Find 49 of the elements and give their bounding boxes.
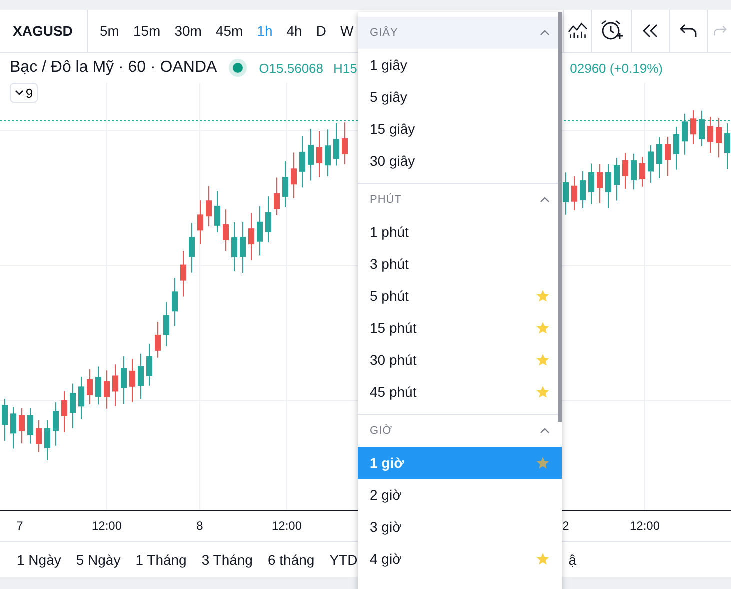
- time-label: 12:00: [270, 519, 304, 533]
- interval-tab[interactable]: 45m: [210, 19, 250, 43]
- star-icon[interactable]: [536, 289, 550, 303]
- interval-tab[interactable]: D: [310, 19, 332, 43]
- rewind-icon: [642, 24, 660, 38]
- chart-icon: [568, 22, 588, 40]
- range-button[interactable]: 3 Tháng: [202, 552, 253, 568]
- indicators-toggle[interactable]: 9: [10, 83, 38, 103]
- range-button[interactable]: YTD: [330, 552, 358, 568]
- menu-item[interactable]: 4 giờ: [358, 543, 562, 575]
- section-title: GIỜ: [370, 425, 393, 437]
- open-value: O15.56068: [259, 60, 324, 76]
- section-title: GIÂY: [370, 27, 398, 39]
- interval-tab[interactable]: 15m: [127, 19, 167, 43]
- range-button[interactable]: 1 Ngày: [17, 552, 62, 568]
- undo-icon: [680, 24, 698, 38]
- collapse-icon[interactable]: [540, 197, 550, 203]
- change-value: 02960 (+0.19%): [570, 60, 663, 76]
- section-header[interactable]: GIỜ: [358, 414, 562, 447]
- time-label: 12:00: [90, 519, 124, 533]
- range-button[interactable]: 1 Tháng: [136, 552, 187, 568]
- market-status-dot: [233, 63, 244, 73]
- interval-tab[interactable]: 4h: [280, 19, 308, 43]
- time-label: 7: [16, 519, 24, 533]
- menu-item[interactable]: 3 giờ: [358, 511, 562, 543]
- high-value: H15: [334, 60, 358, 76]
- redo-icon: [712, 24, 726, 38]
- interval-tab[interactable]: 5m: [94, 19, 126, 43]
- collapse-icon[interactable]: [540, 428, 550, 434]
- symbol-name[interactable]: XAGUSD: [0, 10, 88, 52]
- scrollbar-thumb[interactable]: [558, 12, 562, 422]
- star-icon[interactable]: [536, 385, 550, 399]
- collapse-icon[interactable]: [540, 30, 550, 36]
- star-icon[interactable]: [536, 552, 550, 566]
- time-label: 2: [562, 519, 570, 533]
- range-button[interactable]: 5 Ngày: [76, 552, 121, 568]
- chevron-down-icon: [14, 90, 24, 96]
- star-icon[interactable]: [536, 456, 550, 470]
- legend-title: Bạc / Đô la Mỹ · 60 · OANDA: [10, 59, 218, 77]
- section-title: PHÚT: [370, 194, 402, 206]
- star-icon[interactable]: [536, 321, 550, 335]
- time-label: 8: [196, 519, 204, 533]
- range-button[interactable]: 6 tháng: [268, 552, 315, 568]
- time-label: 12:00: [628, 519, 662, 533]
- interval-tab[interactable]: 30m: [168, 19, 208, 43]
- star-icon[interactable]: [536, 353, 550, 367]
- menu-item[interactable]: 2 giờ: [358, 479, 562, 511]
- range-button[interactable]: ậ: [568, 552, 576, 568]
- interval-tab[interactable]: W: [334, 19, 360, 43]
